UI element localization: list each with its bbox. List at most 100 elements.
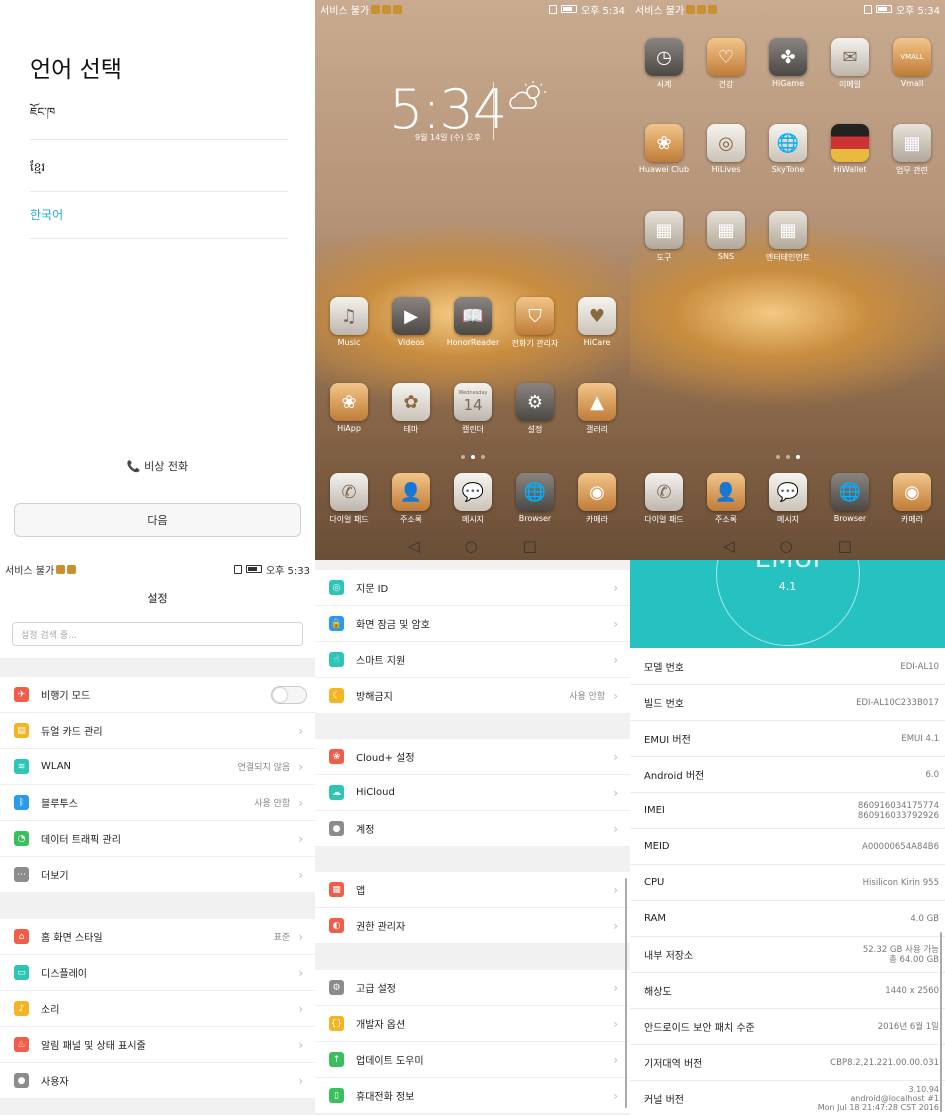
app-honorreader[interactable]: 📖 HonorReader [442, 297, 504, 347]
hand-icon: ☝ [329, 652, 344, 667]
home-icon[interactable]: ○ [465, 537, 478, 555]
recents-icon[interactable]: □ [838, 537, 852, 555]
back-icon[interactable]: ◁ [723, 537, 735, 555]
dock-contacts[interactable]: 👤 주소록 [380, 473, 442, 525]
dock-browser[interactable]: 🌐 Browser [504, 473, 566, 523]
scrollbar[interactable] [940, 932, 942, 1112]
app-videos[interactable]: ▶ Videos [380, 297, 442, 347]
settings-hicloud[interactable]: ☁ HiCloud › [315, 775, 630, 811]
page-dot [795, 455, 800, 459]
folder-sns[interactable]: ▦ SNS [695, 211, 757, 261]
book-icon: 📖 [454, 297, 492, 335]
settings-fingerprint[interactable]: ◎ 지문 ID › [315, 570, 630, 606]
settings-bluetooth[interactable]: ᛒ 블루투스 사용 안함 › [0, 785, 315, 821]
about-baseband[interactable]: 기저대역 버전 CBP8.2,21.221.00.00.031 [630, 1045, 945, 1081]
settings-more[interactable]: ⋯ 더보기 › [0, 857, 315, 893]
about-model[interactable]: 모델 번호 EDI-AL10 [630, 649, 945, 685]
settings-cloud-plus[interactable]: ❀ Cloud+ 설정 › [315, 739, 630, 775]
airplane-toggle[interactable] [271, 685, 307, 704]
folder-tools[interactable]: ▦ 도구 [633, 211, 695, 263]
home-icon[interactable]: ○ [780, 537, 793, 555]
settings-account[interactable]: ● 계정 › [315, 811, 630, 847]
settings-about-phone[interactable]: ▯ 휴대전화 정보 › [315, 1078, 630, 1114]
notification-icon [371, 4, 381, 14]
app-settings[interactable]: ⚙ 설정 [504, 383, 566, 435]
next-button[interactable]: 다음 [14, 503, 301, 537]
emergency-call-button[interactable]: 📞 비상 전화 [0, 458, 315, 474]
settings-advanced[interactable]: ⚙ 고급 설정 › [315, 970, 630, 1006]
dock-contacts[interactable]: 👤 주소록 [695, 473, 757, 525]
settings-sound[interactable]: ♪ 소리 › [0, 991, 315, 1027]
app-label: 메시지 [461, 515, 485, 524]
app-gallery[interactable]: ▲ 갤러리 [566, 383, 628, 435]
app-huawei-club[interactable]: ❀ Huawei Club [633, 124, 695, 174]
dock-dialer[interactable]: ✆ 다이얼 패드 [318, 473, 380, 525]
settings-home-style[interactable]: ⌂ 홈 화면 스타일 표준 › [0, 919, 315, 955]
about-resolution[interactable]: 해상도 1440 x 2560 [630, 973, 945, 1009]
about-meid[interactable]: MEID A00000654A84B6 [630, 829, 945, 865]
about-security-patch[interactable]: 안드로이드 보안 패치 수준 2016년 6월 1일 [630, 1009, 945, 1045]
settings-dual-card[interactable]: ▤ 듀얼 카드 관리 › [0, 713, 315, 749]
app-higame[interactable]: ✤ HiGame [757, 38, 819, 88]
app-hiwallet[interactable]: HiWallet [819, 124, 881, 174]
app-hilives[interactable]: ◎ HiLives [695, 124, 757, 174]
recents-icon[interactable]: □ [523, 537, 537, 555]
settings-apps[interactable]: ▦ 앱 › [315, 872, 630, 908]
settings-display[interactable]: ▭ 디스플레이 › [0, 955, 315, 991]
about-ram[interactable]: RAM 4.0 GB [630, 901, 945, 937]
settings-search-input[interactable]: 설정 검색 중... [12, 622, 303, 646]
scrollbar[interactable] [625, 878, 627, 1108]
app-clock[interactable]: ◷ 시계 [633, 38, 695, 90]
settings-user[interactable]: ● 사용자 › [0, 1063, 315, 1099]
chevron-right-icon: › [613, 1016, 618, 1031]
app-email[interactable]: ✉ 이메일 [819, 38, 881, 90]
sim-icon [863, 4, 872, 14]
settings-do-not-disturb[interactable]: ☾ 방해금지 사용 안함 › [315, 678, 630, 714]
about-cpu[interactable]: CPU Hisilicon Kirin 955 [630, 865, 945, 901]
settings-wlan[interactable]: ≋ WLAN 연결되지 않음 › [0, 749, 315, 785]
folder-entertainment[interactable]: ▦ 엔터테인먼트 [757, 211, 819, 263]
app-calendar[interactable]: Wednesday 14 캘린더 [442, 383, 504, 435]
weather-cloud-sun-icon[interactable] [505, 80, 549, 114]
settings-update[interactable]: ↑ 업데이트 도우미 › [315, 1042, 630, 1078]
service-status: 서비스 불가 [320, 5, 370, 17]
settings-data-traffic[interactable]: ◔ 데이터 트래픽 관리 › [0, 821, 315, 857]
language-item-khmer[interactable]: ខ្មែរ [30, 144, 288, 192]
settings-screen-scrolled: ◎ 지문 ID › 🔒 화면 잠금 및 암호 › ☝ 스마트 지원 › ☾ 방해금지 사용 안함… [315, 560, 630, 1115]
app-music[interactable]: ♫ Music [318, 297, 380, 347]
app-health[interactable]: ♡ 건강 [695, 38, 757, 90]
dock-browser[interactable]: 🌐 Browser [819, 473, 881, 523]
app-hiapp[interactable]: ❀ HiApp [318, 383, 380, 433]
dock-dialer[interactable]: ✆ 다이얼 패드 [633, 473, 695, 525]
settings-developer-options[interactable]: {} 개발자 옵션 › [315, 1006, 630, 1042]
dock-camera[interactable]: ◉ 카메라 [566, 473, 628, 525]
settings-permission-manager[interactable]: ◐ 권한 관리자 › [315, 908, 630, 944]
settings-notification-panel[interactable]: ♨ 알림 패널 및 상태 표시줄 › [0, 1027, 315, 1063]
app-vmall[interactable]: VMALL Vmall [881, 38, 943, 88]
person-icon: 👤 [707, 473, 745, 511]
about-build-number[interactable]: 빌드 번호 EDI-AL10C233B017 [630, 685, 945, 721]
dock-camera[interactable]: ◉ 카메라 [881, 473, 943, 525]
app-label: 메시지 [776, 515, 800, 524]
home-style-value: 표준 [273, 933, 291, 943]
dock-messages[interactable]: 💬 메시지 [757, 473, 819, 525]
app-hicare[interactable]: ♥ HiCare [566, 297, 628, 347]
app-theme[interactable]: ✿ 테마 [380, 383, 442, 435]
app-skytone[interactable]: 🌐 SkyTone [757, 124, 819, 174]
about-emui-version[interactable]: EMUI 버전 EMUI 4.1 [630, 721, 945, 757]
about-android-version[interactable]: Android 버전 6.0 [630, 757, 945, 793]
about-imei[interactable]: IMEI 860916034175774 860916033792926 [630, 793, 945, 829]
settings-smart-assist[interactable]: ☝ 스마트 지원 › [315, 642, 630, 678]
about-row-value: EMUI 4.1 [901, 733, 939, 744]
back-icon[interactable]: ◁ [408, 537, 420, 555]
about-storage[interactable]: 내부 저장소 52.32 GB 사용 가능 총 64.00 GB [630, 937, 945, 973]
folder-work[interactable]: ▦ 업무 관련 [881, 124, 943, 176]
dock-messages[interactable]: 💬 메시지 [442, 473, 504, 525]
language-item-korean[interactable]: 한국어 [30, 191, 288, 239]
settings-screen-lock[interactable]: 🔒 화면 잠금 및 암호 › [315, 606, 630, 642]
emui-version-banner: 4.1 [778, 580, 797, 593]
about-kernel[interactable]: 커널 버전 3.10.94 android@localhost #1 Mon Jul … [630, 1081, 945, 1115]
language-item-dzongkha[interactable]: ཇོང་ཁ [30, 92, 288, 140]
settings-airplane-mode[interactable]: ✈ 비행기 모드 [0, 677, 315, 713]
app-phone-manager[interactable]: ⛉ 전화기 관리자 [504, 297, 566, 349]
